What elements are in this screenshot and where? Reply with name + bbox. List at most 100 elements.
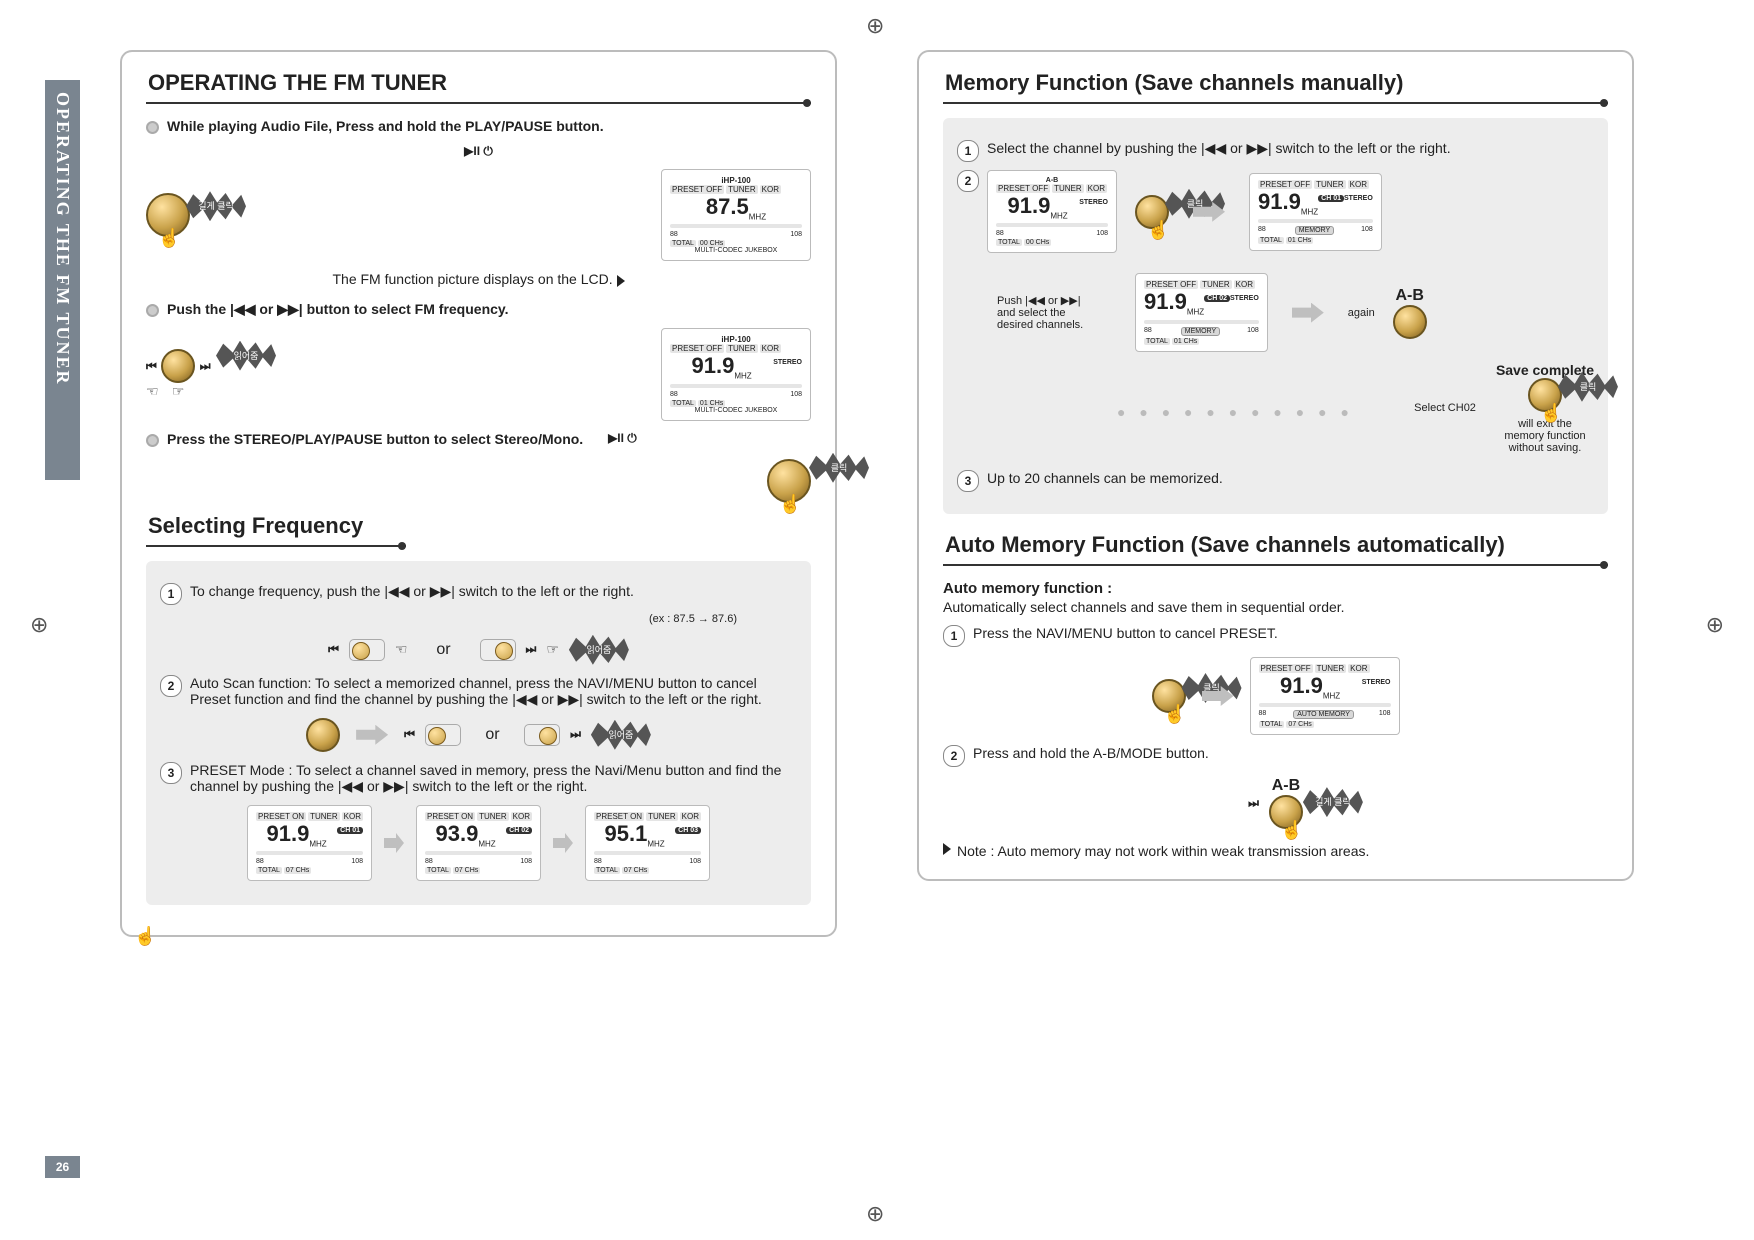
step-num: 2 bbox=[957, 170, 979, 192]
or-text: or bbox=[485, 726, 499, 744]
bullet-icon bbox=[146, 434, 159, 447]
lcd-ch: 01 CHs bbox=[1172, 338, 1199, 345]
lcd-mem-left: A-B PRESET OFFTUNERKOR 91.9MHZSTEREO 881… bbox=[987, 170, 1117, 253]
lcd-tag: KOR bbox=[1234, 280, 1255, 289]
lcd-tag: PRESET OFF bbox=[670, 344, 724, 353]
save-complete-text: Save complete bbox=[1496, 362, 1594, 378]
switch-left[interactable] bbox=[349, 639, 385, 661]
lcd-model: iHP-100 bbox=[670, 176, 802, 185]
lcd-top-row: PRESET OFF TUNER KOR bbox=[670, 185, 802, 194]
step3-text: PRESET Mode : To select a channel saved … bbox=[190, 762, 797, 795]
lcd-mem-mid: PRESET OFFTUNERKOR 91.9MHZSTEREOCH 02 88… bbox=[1135, 273, 1268, 351]
lcd-unit: MHZ bbox=[309, 839, 326, 848]
crop-mark-icon: ⊕ bbox=[866, 1201, 884, 1227]
lcd-tag: PRESET OFF bbox=[670, 185, 724, 194]
section-title-auto: Auto Memory Function (Save channels auto… bbox=[945, 532, 1608, 558]
hand-icon: ☝ bbox=[134, 926, 156, 947]
starburst-hold: 길게 클릭 bbox=[1303, 787, 1363, 817]
push-instruction: Push |◀◀ or ▶▶| and select the desired c… bbox=[997, 294, 1117, 331]
lcd-auto: PRESET OFFTUNERKOR 91.9MHZSTEREO 88AUTO … bbox=[1250, 657, 1400, 735]
lcd-caption: The FM function picture displays on the … bbox=[146, 271, 811, 287]
lcd-ch: 07 CHs bbox=[622, 867, 649, 874]
auto-step1: Press the NAVI/MENU button to cancel PRE… bbox=[973, 625, 1278, 641]
starburst-click: 클릭 bbox=[809, 453, 869, 483]
lcd-tag: TUNER bbox=[1315, 664, 1347, 673]
arrow-icon bbox=[553, 833, 573, 853]
scale-r: 108 bbox=[351, 858, 363, 865]
hand-icon: ☝ bbox=[1540, 403, 1562, 424]
play-power-icon: ▶II ⏻ bbox=[464, 144, 493, 159]
lcd-tag: KOR bbox=[1086, 184, 1107, 193]
caption-text: The FM function picture displays on the … bbox=[332, 271, 612, 287]
bullet-b2: Push the |◀◀ or ▶▶| button to select FM … bbox=[167, 301, 509, 318]
gray-box-memory: 1 Select the channel by pushing the |◀◀ o… bbox=[943, 118, 1608, 514]
dial-button[interactable] bbox=[306, 718, 340, 752]
scale-r: 108 bbox=[520, 858, 532, 865]
step2-text: Auto Scan function: To select a memorize… bbox=[190, 675, 797, 708]
hand-icon: ☝ bbox=[1164, 704, 1186, 725]
lcd-bar bbox=[670, 224, 802, 228]
lcd-freq: 91.9 bbox=[692, 353, 735, 378]
lcd-tag: PRESET OFF bbox=[1144, 280, 1198, 289]
dial-button[interactable] bbox=[1393, 305, 1427, 339]
lcd-chan: CH 03 bbox=[675, 827, 701, 834]
scale-l: 88 bbox=[425, 858, 433, 865]
starburst-read: 읽어줌 bbox=[569, 635, 629, 665]
lcd-unit: MHZ bbox=[1187, 308, 1204, 317]
lcd-1: iHP-100 PRESET OFF TUNER KOR 87.5MHZ 881… bbox=[661, 169, 811, 261]
dial-button[interactable] bbox=[161, 349, 195, 383]
triangle-icon bbox=[943, 843, 951, 855]
finger-left-icon: ☜ bbox=[146, 383, 159, 399]
step-num: 1 bbox=[957, 140, 979, 162]
section-title-memory: Memory Function (Save channels manually) bbox=[945, 70, 1608, 96]
bullet-b3: Press the STEREO/PLAY/PAUSE button to se… bbox=[167, 431, 583, 447]
lcd-total: TOTAL bbox=[1258, 237, 1284, 244]
lcd-freq: 91.9 bbox=[267, 821, 310, 846]
scale-r: 108 bbox=[1096, 230, 1108, 237]
lcd-tag: KOR bbox=[760, 344, 781, 353]
scale-l: 88 bbox=[670, 231, 678, 238]
lcd-freq: 91.9 bbox=[1144, 289, 1187, 314]
switch-left[interactable] bbox=[425, 724, 461, 746]
lcd-total: TOTAL bbox=[1144, 338, 1170, 345]
lcd-ch: 07 CHs bbox=[284, 867, 311, 874]
starburst-hold: 길게 클릭 bbox=[186, 191, 246, 221]
lcd-tag: TUNER bbox=[1200, 280, 1232, 289]
again-text: again bbox=[1348, 307, 1375, 319]
scale-l: 88 bbox=[256, 858, 264, 865]
starburst-read: 읽어줌 bbox=[216, 341, 276, 371]
lcd-tag: TUNER bbox=[477, 812, 509, 821]
lcd-preset-b: PRESET ONTUNERKOR 93.9MHZCH 02 88108 TOT… bbox=[416, 805, 541, 881]
rule bbox=[943, 102, 1608, 104]
switch-right[interactable] bbox=[480, 639, 516, 661]
lcd-stereo: STEREO bbox=[1362, 679, 1391, 686]
bullet-b1: While playing Audio File, Press and hold… bbox=[167, 118, 604, 134]
lcd-stereo: STEREO bbox=[773, 359, 802, 366]
scale-r: 108 bbox=[790, 391, 802, 398]
lcd-tag: PRESET OFF bbox=[1259, 664, 1313, 673]
lcd-tag: TUNER bbox=[308, 812, 340, 821]
scale-l: 88 bbox=[1144, 327, 1152, 336]
prev-icon: ⏮ bbox=[146, 359, 157, 373]
lcd-chan: CH 01 bbox=[337, 827, 363, 834]
lcd-ch: 00 CHs bbox=[698, 240, 725, 247]
step-num: 3 bbox=[160, 762, 182, 784]
mem-step1: Select the channel by pushing the |◀◀ or… bbox=[987, 140, 1451, 157]
arrow-icon bbox=[1292, 303, 1324, 323]
next-icon: ⏭ bbox=[1248, 796, 1259, 811]
lcd-unit: MHZ bbox=[749, 212, 766, 221]
lcd-ch: 01 CHs bbox=[698, 400, 725, 407]
auto-subtitle: Auto memory function : bbox=[943, 580, 1608, 597]
lcd-model: iHP-100 bbox=[670, 335, 802, 344]
lcd-chan: CH 02 bbox=[1204, 295, 1230, 302]
ab-label: A-B bbox=[1393, 287, 1427, 305]
step-num: 2 bbox=[160, 675, 182, 697]
lcd-total: TOTAL bbox=[996, 239, 1022, 246]
lcd-footer: MULTI-CODEC JUKEBOX bbox=[670, 407, 802, 414]
switch-right[interactable] bbox=[524, 724, 560, 746]
lcd-ch: 00 CHs bbox=[1024, 239, 1051, 246]
finger-right-icon: ☞ bbox=[546, 641, 559, 658]
starburst-read: 읽어줌 bbox=[591, 720, 651, 750]
lcd-ch: 07 CHs bbox=[1286, 721, 1313, 728]
lcd-tag: KOR bbox=[1348, 180, 1369, 189]
